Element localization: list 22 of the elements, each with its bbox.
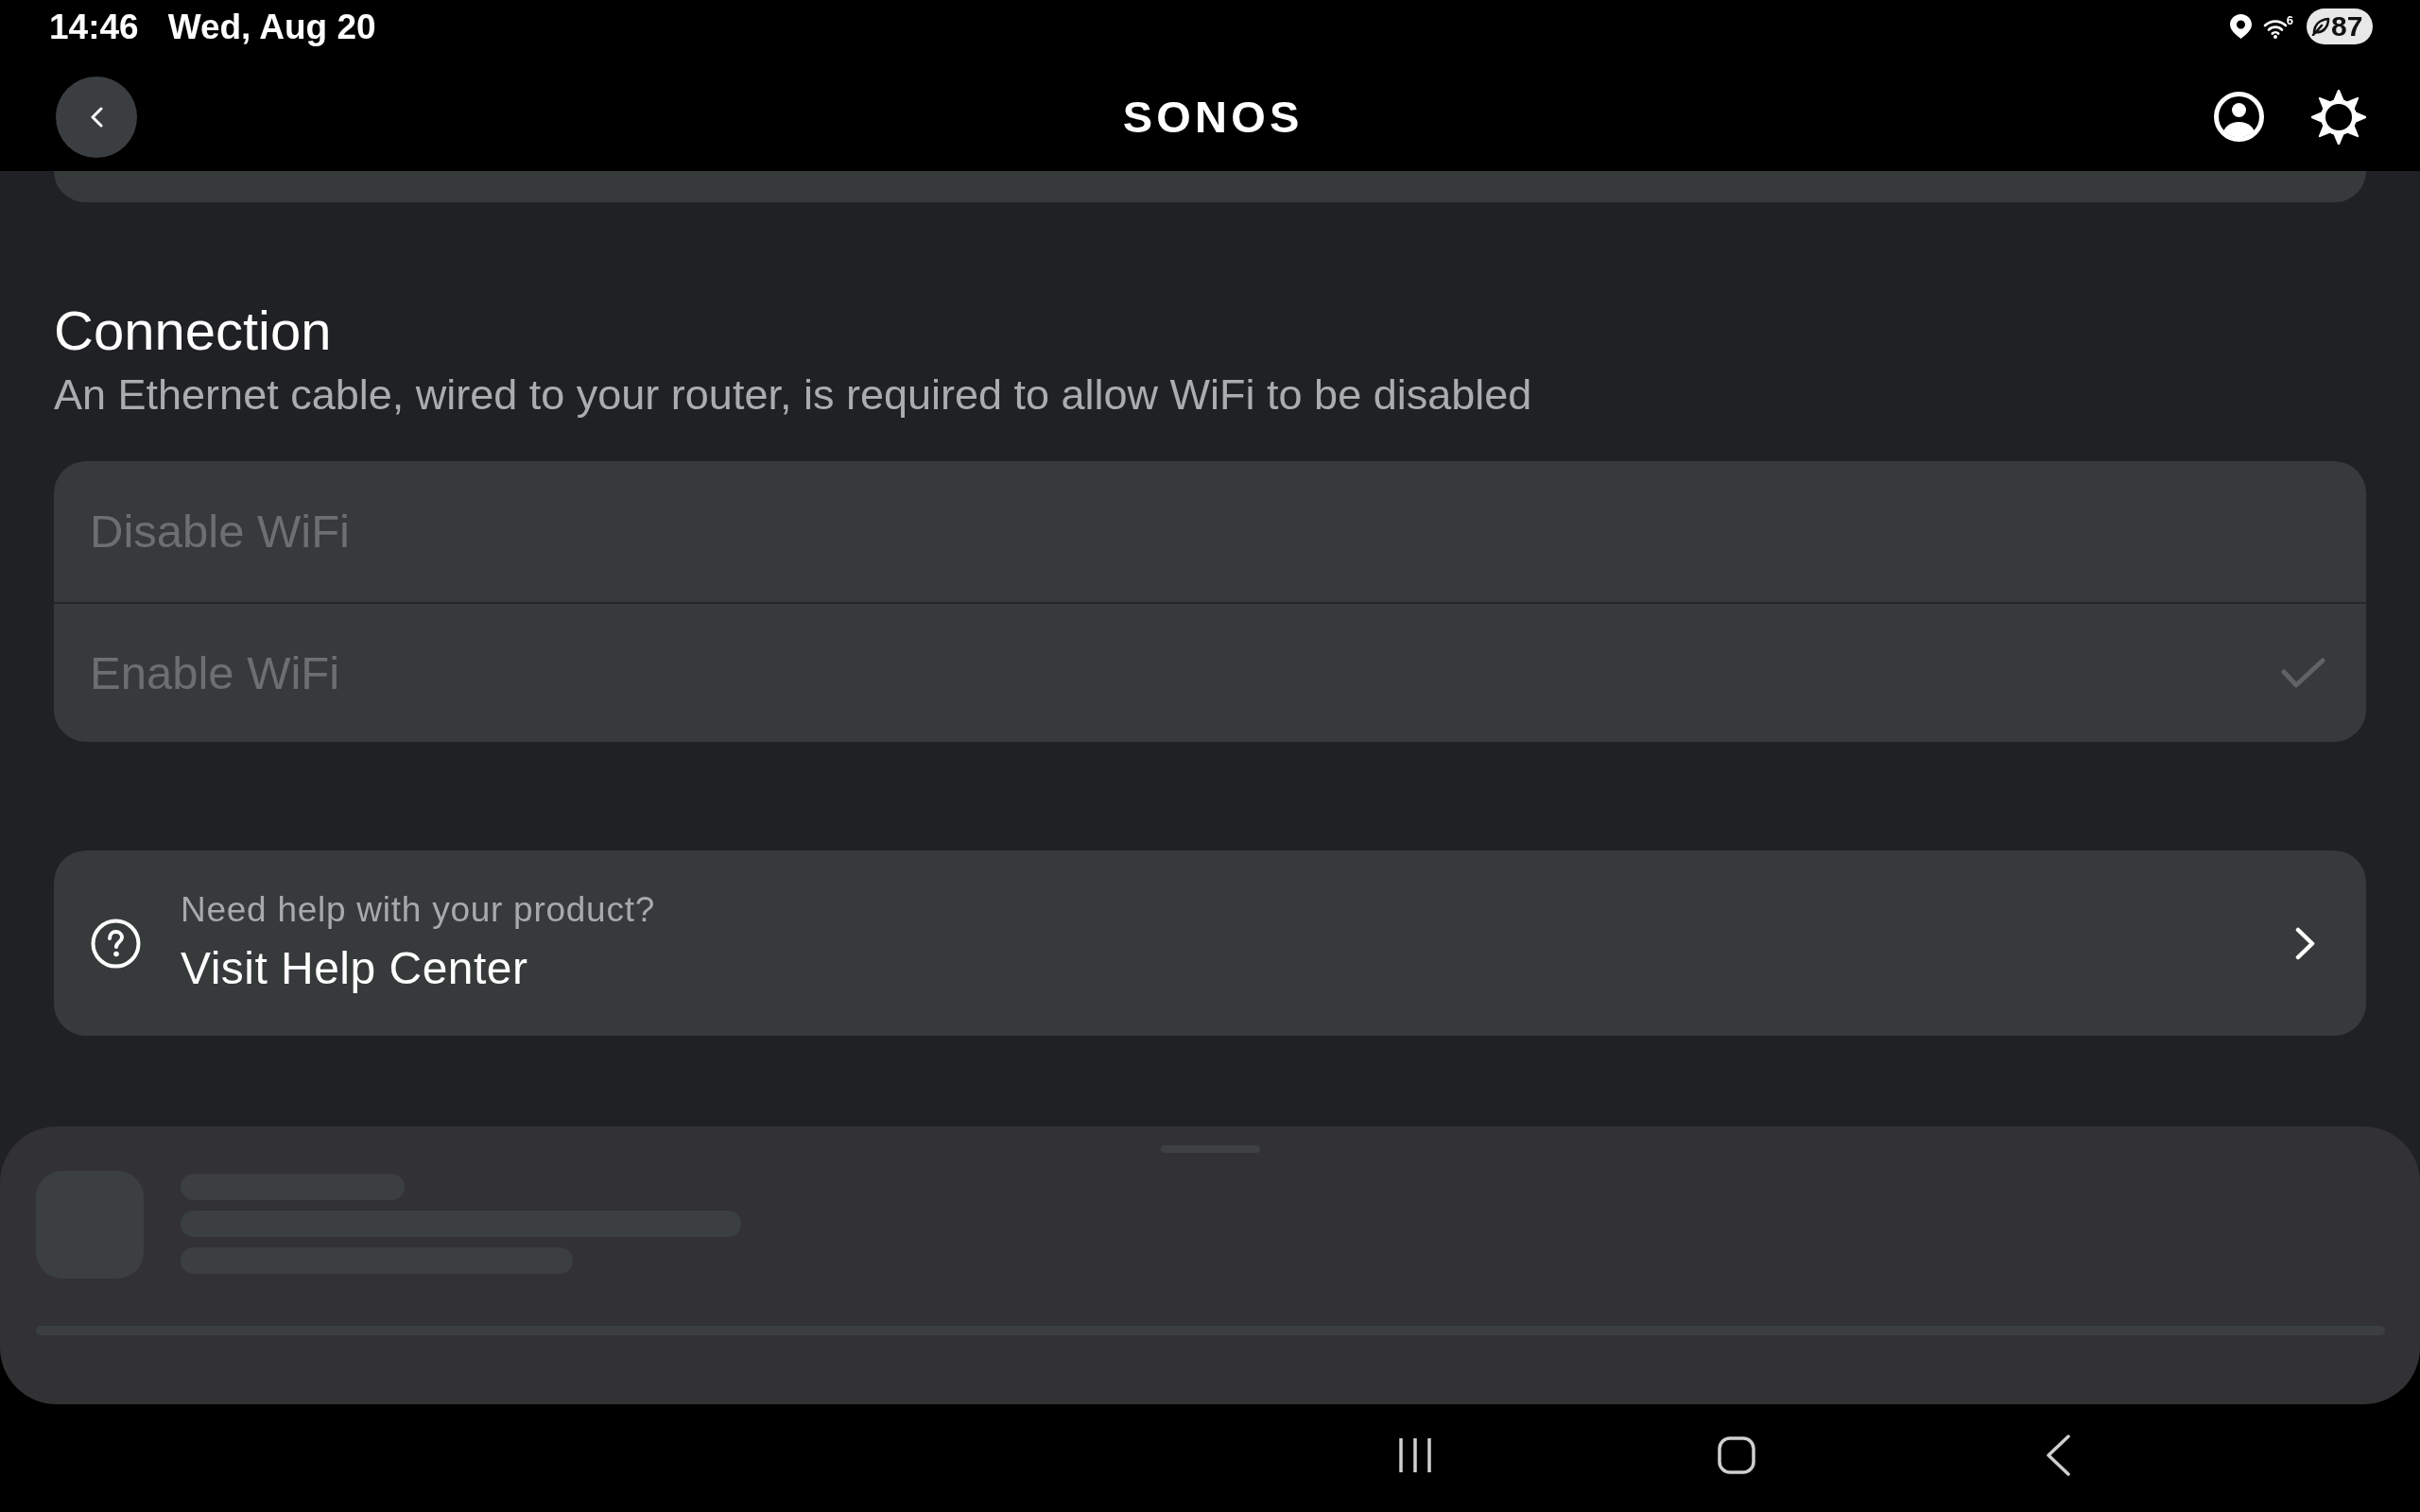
chevron-left-icon xyxy=(90,106,103,128)
chevron-right-icon xyxy=(2295,926,2315,960)
recents-icon[interactable] xyxy=(1397,1436,1433,1474)
account-icon[interactable] xyxy=(2214,92,2264,142)
help-center-card[interactable]: Need help with your product? Visit Help Center xyxy=(54,850,2366,1036)
checkmark-icon xyxy=(2281,657,2325,689)
wifi-icon xyxy=(2262,18,2288,39)
status-date: Wed, Aug 20 xyxy=(167,9,376,44)
section-heading: Connection xyxy=(54,303,333,358)
section-description: An Ethernet cable, wired to your router, is required to allow WiFi to be disabled xyxy=(54,373,1533,416)
help-icon xyxy=(91,918,141,969)
home-icon[interactable] xyxy=(1718,1436,1755,1474)
status-time: 14:46 xyxy=(49,9,139,44)
settings-icon[interactable] xyxy=(2311,89,2366,145)
back-icon[interactable] xyxy=(2045,1435,2071,1476)
app-logo: SONOS xyxy=(1121,94,1304,139)
location-pin-icon xyxy=(2229,14,2252,39)
wifi-generation: 6 xyxy=(2286,14,2293,26)
help-link-title: Visit Help Center xyxy=(181,945,529,991)
leaf-icon xyxy=(2311,17,2330,36)
battery-level: 87 xyxy=(2331,12,2363,41)
help-caption: Need help with your product? xyxy=(181,891,655,927)
